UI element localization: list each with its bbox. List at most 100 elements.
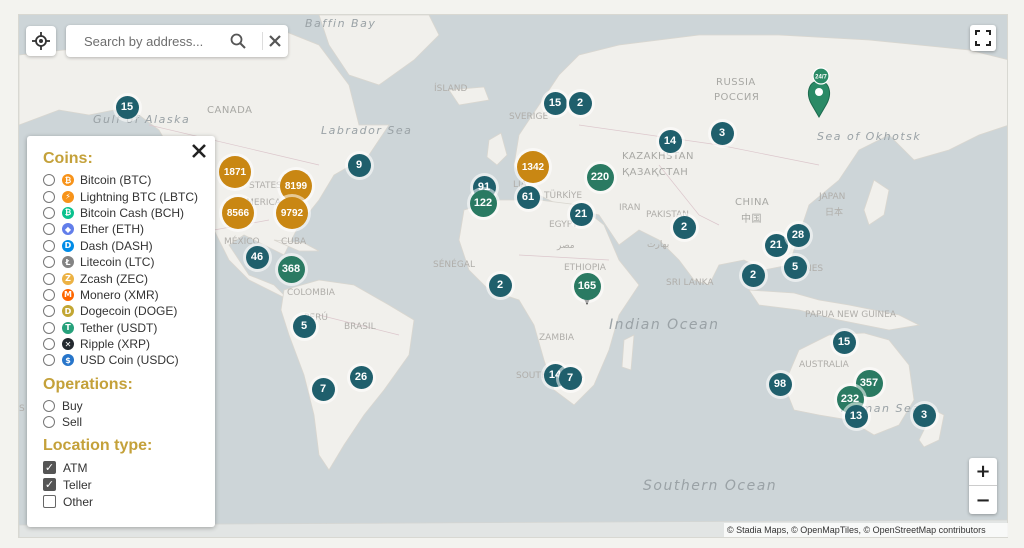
coin-option[interactable]: Z Zcash (ZEC): [43, 270, 215, 286]
coin-option[interactable]: D Dash (DASH): [43, 238, 215, 254]
label-turkiye: TÜRKİYE: [543, 190, 582, 201]
cluster-marker[interactable]: 368: [277, 255, 305, 283]
label-mexico: MÉXICO: [224, 235, 260, 247]
clear-icon[interactable]: [267, 33, 283, 49]
coin-option[interactable]: ✕ Ripple (XRP): [43, 336, 215, 352]
cluster-marker[interactable]: 21: [764, 233, 788, 257]
cluster-marker[interactable]: 26: [349, 365, 373, 389]
coin-option[interactable]: T Tether (USDT): [43, 320, 215, 336]
zoom-in-button[interactable]: +: [969, 458, 997, 486]
cluster-marker[interactable]: 5: [292, 314, 316, 338]
coin-option[interactable]: ⚡ Lightning BTC (LBTC): [43, 188, 215, 204]
cluster-marker[interactable]: 1342: [517, 151, 549, 183]
coin-radio[interactable]: [43, 206, 55, 219]
cluster-marker[interactable]: 2: [488, 273, 512, 297]
cluster-marker[interactable]: 7: [311, 377, 335, 401]
cluster-marker[interactable]: 165: [573, 272, 601, 300]
cluster-marker[interactable]: 2: [568, 91, 592, 115]
cluster-marker[interactable]: 2: [672, 215, 696, 239]
coin-radio[interactable]: [43, 223, 55, 236]
cluster-marker[interactable]: 220: [586, 163, 614, 191]
operation-option[interactable]: Sell: [43, 414, 215, 430]
coin-radio[interactable]: [43, 272, 55, 285]
cluster-marker[interactable]: 13: [844, 404, 868, 428]
location-type-option[interactable]: ✓ ATM: [43, 459, 215, 476]
coin-label: Tether (USDT): [80, 320, 158, 335]
coin-option[interactable]: ₿ Bitcoin Cash (BCH): [43, 205, 215, 221]
crosshair-icon: [32, 32, 50, 50]
coin-list: ₿ Bitcoin (BTC) ⚡ Lightning BTC (LBTC) ₿ Bitc…: [43, 172, 215, 369]
operation-radio[interactable]: [43, 399, 55, 412]
cluster-marker[interactable]: 122: [469, 189, 497, 217]
operation-radio[interactable]: [43, 416, 55, 429]
coin-label: Ripple (XRP): [80, 337, 151, 352]
label-zambia: ZAMBIA: [539, 333, 575, 343]
cluster-marker[interactable]: 21: [569, 202, 593, 226]
location-type-checkbox[interactable]: ✓: [43, 478, 56, 492]
coin-option[interactable]: Ł Litecoin (LTC): [43, 254, 215, 270]
cluster-marker[interactable]: 98: [768, 372, 792, 396]
coin-radio[interactable]: [43, 256, 55, 269]
coin-radio[interactable]: [43, 288, 55, 301]
cluster-marker[interactable]: 61: [516, 185, 540, 209]
cluster-marker[interactable]: 9: [347, 153, 371, 177]
cluster-marker[interactable]: 8566: [222, 197, 254, 229]
cluster-marker[interactable]: 5: [783, 255, 807, 279]
coin-label: Monero (XMR): [80, 287, 159, 302]
coin-radio[interactable]: [43, 174, 55, 187]
location-type-label: Teller: [63, 477, 92, 492]
cluster-marker[interactable]: 15: [115, 95, 139, 119]
cluster-marker[interactable]: 15: [832, 330, 856, 354]
zcash-icon: Z: [62, 272, 74, 285]
locate-button[interactable]: [26, 26, 56, 56]
cluster-marker[interactable]: 1871: [219, 156, 251, 188]
fullscreen-button[interactable]: [970, 25, 996, 51]
label-egypt-arabic: مصر: [556, 241, 575, 251]
coin-label: Ether (ETH): [80, 222, 145, 237]
cluster-marker[interactable]: 9792: [276, 197, 308, 229]
coin-radio[interactable]: [43, 354, 55, 367]
location-type-checkbox[interactable]: ✓: [43, 461, 56, 475]
cluster-marker[interactable]: 3: [912, 403, 936, 427]
label-island: ÍSLAND: [434, 82, 467, 94]
label-china-cjk: 中国: [741, 212, 762, 225]
location-type-option[interactable]: Other: [43, 493, 215, 510]
operation-label: Buy: [62, 398, 83, 413]
coin-radio[interactable]: [43, 338, 55, 351]
zoom-control: + −: [969, 458, 997, 514]
dash-icon: D: [62, 239, 74, 252]
coin-option[interactable]: ₿ Bitcoin (BTC): [43, 172, 215, 188]
coin-radio[interactable]: [43, 190, 55, 203]
coin-option[interactable]: D Dogecoin (DOGE): [43, 303, 215, 319]
map-attribution[interactable]: © Stadia Maps, © OpenMapTiles, © OpenStr…: [724, 523, 1008, 537]
cluster-marker[interactable]: 7: [558, 366, 582, 390]
label-japan: JAPAN: [818, 192, 845, 202]
label-cuba: CUBA: [281, 237, 307, 247]
filter-panel: Coins: ₿ Bitcoin (BTC) ⚡ Lightning BTC (LBT…: [27, 136, 215, 527]
close-icon[interactable]: [191, 143, 207, 159]
coin-label: Dash (DASH): [80, 238, 153, 253]
cluster-marker[interactable]: 14: [658, 129, 682, 153]
cluster-marker[interactable]: 15: [543, 91, 567, 115]
cluster-marker[interactable]: 28: [786, 223, 810, 247]
location-type-label: ATM: [63, 460, 88, 475]
coin-radio[interactable]: [43, 321, 55, 334]
cluster-marker[interactable]: 3: [710, 121, 734, 145]
search-input[interactable]: [84, 33, 234, 49]
search-icon[interactable]: [230, 33, 246, 49]
monero-icon: M: [62, 288, 74, 301]
coin-option[interactable]: M Monero (XMR): [43, 287, 215, 303]
location-type-checkbox[interactable]: [43, 495, 56, 509]
location-type-option[interactable]: ✓ Teller: [43, 476, 215, 493]
coin-radio[interactable]: [43, 239, 55, 252]
operation-label: Sell: [62, 415, 83, 430]
zoom-out-button[interactable]: −: [969, 486, 997, 514]
coin-radio[interactable]: [43, 305, 55, 318]
coin-option[interactable]: $ USD Coin (USDC): [43, 352, 215, 368]
cluster-marker[interactable]: 2: [741, 263, 765, 287]
cluster-marker[interactable]: 46: [245, 245, 269, 269]
coin-option[interactable]: ◆ Ether (ETH): [43, 221, 215, 237]
operation-option[interactable]: Buy: [43, 398, 215, 414]
search-divider: [262, 32, 263, 50]
label-gulf-of-alaska: Gulf of Alaska: [93, 113, 190, 126]
